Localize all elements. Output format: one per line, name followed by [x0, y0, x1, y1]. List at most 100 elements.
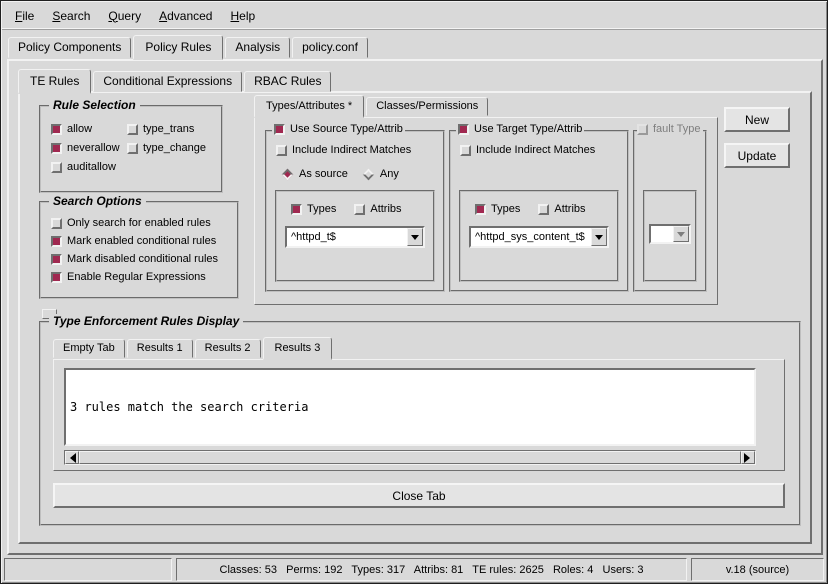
checkbox-box	[458, 124, 469, 135]
menu-file[interactable]: File	[6, 5, 43, 27]
menu-help[interactable]: Help	[221, 5, 264, 27]
results-blank-line	[70, 442, 750, 446]
check-type-trans[interactable]: type_trans	[127, 123, 217, 135]
checkbox-label: Include Indirect Matches	[292, 144, 411, 156]
check-neverallow[interactable]: neverallow	[51, 142, 127, 154]
tab-results-1[interactable]: Results 1	[127, 339, 193, 358]
checkbox-label: Mark disabled conditional rules	[67, 253, 218, 265]
main-tabbar: Policy Components Policy Rules Analysis …	[8, 35, 370, 58]
checkbox-box	[51, 254, 62, 265]
te-rules-display-frame: Type Enforcement Rules Display Empty Tab…	[39, 321, 801, 526]
tab-analysis[interactable]: Analysis	[225, 37, 290, 58]
tab-rbac-rules[interactable]: RBAC Rules	[244, 71, 331, 92]
types-attributes-panel: Use Source Type/Attrib Include Indirect …	[254, 117, 718, 305]
checkbox-label: Include Indirect Matches	[476, 144, 595, 156]
checkbox-label: Types	[491, 203, 520, 215]
checkbox-box	[51, 124, 62, 135]
menu-query[interactable]: Query	[99, 5, 150, 27]
rule-selection-title: Rule Selection	[49, 98, 140, 112]
use-target-frame: Use Target Type/Attrib Include Indirect …	[449, 130, 629, 292]
tab-empty-tab[interactable]: Empty Tab	[53, 339, 125, 358]
tab-conditional-expressions[interactable]: Conditional Expressions	[93, 71, 242, 92]
tab-policy-rules[interactable]: Policy Rules	[133, 35, 223, 60]
source-type-combo[interactable]: ^httpd_t$	[285, 226, 425, 248]
tab-policy-conf[interactable]: policy.conf	[292, 37, 368, 58]
close-tab-button[interactable]: Close Tab	[53, 483, 785, 508]
radio-diamond-icon	[363, 168, 374, 179]
rule-selection-checks: allow type_trans neverallow type_change	[41, 107, 221, 173]
use-source-title: Use Source Type/Attrib	[272, 123, 405, 135]
radio-any[interactable]: Any	[362, 168, 399, 180]
default-type-title: fault Type (Disa	[637, 123, 703, 135]
checkbox-label: neverallow	[67, 142, 120, 154]
target-type-combo[interactable]: ^httpd_sys_content_t$	[469, 226, 609, 248]
check-enable-regex[interactable]: Enable Regular Expressions	[51, 271, 233, 283]
checkbox-box	[51, 162, 62, 173]
checkbox-label: auditallow	[67, 161, 116, 173]
check-use-target[interactable]: Use Target Type/Attrib	[458, 123, 582, 135]
checkbox-label: Use Source Type/Attrib	[290, 123, 403, 135]
update-button[interactable]: Update	[724, 143, 790, 168]
default-type-combo	[649, 224, 691, 244]
check-target-attribs[interactable]: Attribs	[538, 203, 585, 215]
checkbox-box	[51, 236, 62, 247]
check-use-source[interactable]: Use Source Type/Attrib	[274, 123, 403, 135]
checkbox-box	[475, 204, 486, 215]
check-source-types[interactable]: Types	[291, 203, 336, 215]
dropdown-arrow-icon[interactable]	[591, 228, 607, 246]
checkbox-box	[460, 145, 471, 156]
combo-value	[651, 226, 673, 242]
check-target-indirect[interactable]: Include Indirect Matches	[460, 144, 595, 156]
results-horizontal-scrollbar[interactable]	[64, 450, 756, 465]
menu-advanced[interactable]: Advanced	[150, 5, 221, 27]
tab-classes-permissions[interactable]: Classes/Permissions	[366, 97, 488, 116]
source-role-radios: As source Any	[281, 168, 399, 180]
check-mark-enabled-conditional[interactable]: Mark enabled conditional rules	[51, 235, 233, 247]
radio-label: As source	[299, 168, 348, 180]
tab-policy-components[interactable]: Policy Components	[8, 37, 131, 58]
check-type-change[interactable]: type_change	[127, 142, 217, 154]
default-type-box	[643, 190, 697, 282]
status-version: v.18 (source)	[691, 558, 824, 581]
status-bar: Classes: 53 Perms: 192 Types: 317 Attrib…	[4, 558, 824, 581]
scroll-left-arrow-icon[interactable]	[65, 451, 79, 464]
scrollbar-thumb[interactable]	[79, 451, 741, 464]
checkbox-label: type_trans	[143, 123, 194, 135]
checkbox-label: Types	[307, 203, 336, 215]
app-window: File Search Query Advanced Help Policy C…	[0, 0, 828, 584]
status-stats: Classes: 53 Perms: 192 Types: 317 Attrib…	[176, 558, 687, 581]
checkbox-label: allow	[67, 123, 92, 135]
scroll-right-arrow-icon[interactable]	[741, 451, 755, 464]
checkbox-box	[51, 218, 62, 229]
results-panel: 3 rules match the search criteria (5822)…	[53, 359, 785, 471]
checkbox-label: Attribs	[370, 203, 401, 215]
check-allow[interactable]: allow	[51, 123, 127, 135]
tab-types-attributes[interactable]: Types/Attributes *	[254, 95, 364, 118]
results-text-area[interactable]: 3 rules match the search criteria (5822)…	[64, 368, 756, 446]
check-auditallow[interactable]: auditallow	[51, 161, 127, 173]
check-only-enabled-rules[interactable]: Only search for enabled rules	[51, 217, 233, 229]
check-source-attribs[interactable]: Attribs	[354, 203, 401, 215]
dropdown-arrow-icon	[673, 226, 689, 242]
radio-as-source[interactable]: As source	[281, 168, 348, 180]
radio-diamond-icon	[282, 168, 293, 179]
use-source-frame: Use Source Type/Attrib Include Indirect …	[265, 130, 445, 292]
checkbox-label: Only search for enabled rules	[67, 217, 211, 229]
tab-results-3[interactable]: Results 3	[263, 337, 333, 360]
checkbox-label: Attribs	[554, 203, 585, 215]
check-source-indirect[interactable]: Include Indirect Matches	[276, 144, 411, 156]
check-target-types[interactable]: Types	[475, 203, 520, 215]
checkbox-box	[276, 145, 287, 156]
new-button[interactable]: New	[724, 107, 790, 132]
te-rules-panel: Rule Selection allow type_trans neverall…	[18, 91, 812, 544]
menu-search[interactable]: Search	[43, 5, 99, 27]
check-mark-disabled-conditional[interactable]: Mark disabled conditional rules	[51, 253, 233, 265]
checkbox-label: fault Type (Disa	[653, 123, 703, 135]
dropdown-arrow-icon[interactable]	[407, 228, 423, 246]
tab-results-2[interactable]: Results 2	[195, 339, 261, 358]
checkbox-box	[127, 124, 138, 135]
tab-te-rules[interactable]: TE Rules	[18, 69, 91, 94]
source-types-attribs-row: Types Attribs	[291, 203, 433, 215]
checkbox-box	[354, 204, 365, 215]
menubar: File Search Query Advanced Help	[2, 2, 826, 30]
